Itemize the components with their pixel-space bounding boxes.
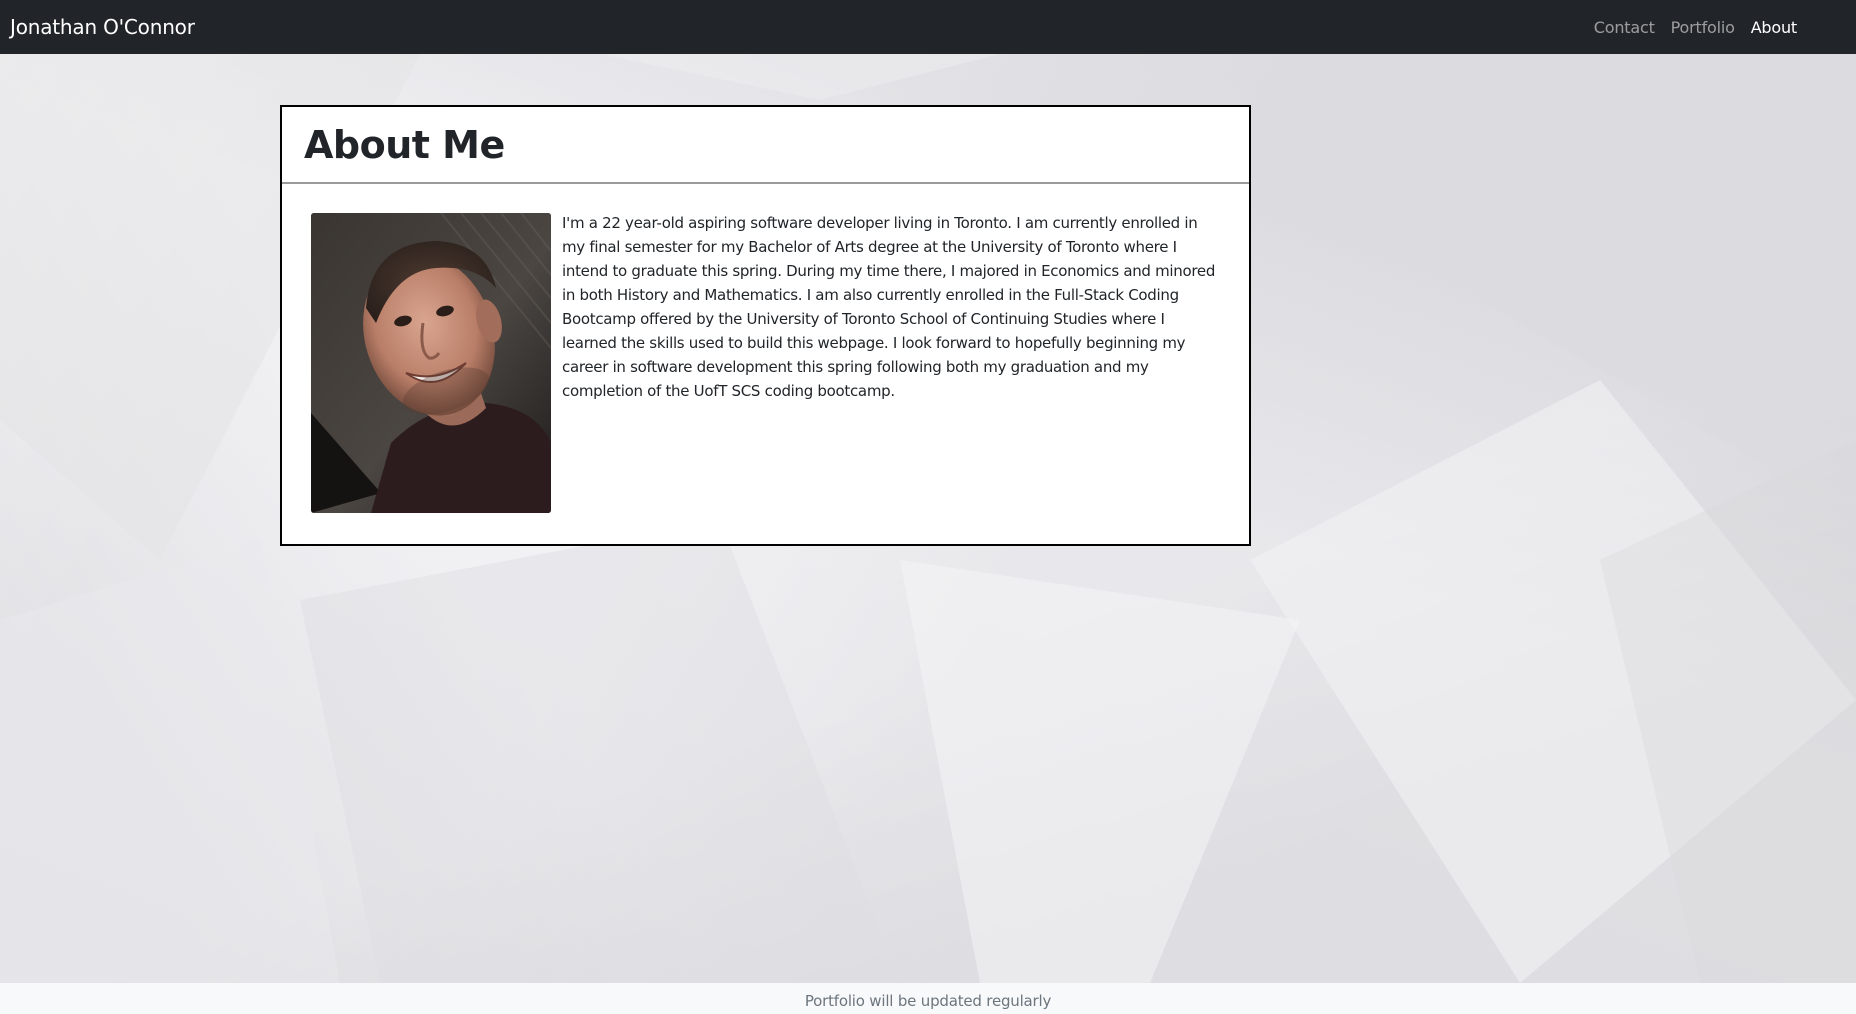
nav-links: Contact Portfolio About [1578, 18, 1797, 37]
nav-link-contact[interactable]: Contact [1594, 18, 1655, 37]
footer: Portfolio will be updated regularly [0, 983, 1856, 1014]
profile-photo-image [311, 213, 551, 513]
bio-text: I'm a 22 year-old aspiring software deve… [562, 214, 1216, 400]
brand-link[interactable]: Jonathan O'Connor [10, 15, 195, 39]
profile-photo [311, 213, 551, 513]
about-card-header: About Me [282, 107, 1249, 184]
page-title: About Me [304, 122, 505, 167]
nav-link-about[interactable]: About [1751, 18, 1798, 37]
top-navbar: Jonathan O'Connor Contact Portfolio Abou… [0, 0, 1856, 54]
about-card-body: I'm a 22 year-old aspiring software deve… [282, 184, 1249, 544]
footer-text: Portfolio will be updated regularly [804, 991, 1052, 1010]
nav-link-portfolio[interactable]: Portfolio [1671, 18, 1735, 37]
about-card: About Me I'm a 22 year-old aspiring soft… [280, 105, 1251, 546]
